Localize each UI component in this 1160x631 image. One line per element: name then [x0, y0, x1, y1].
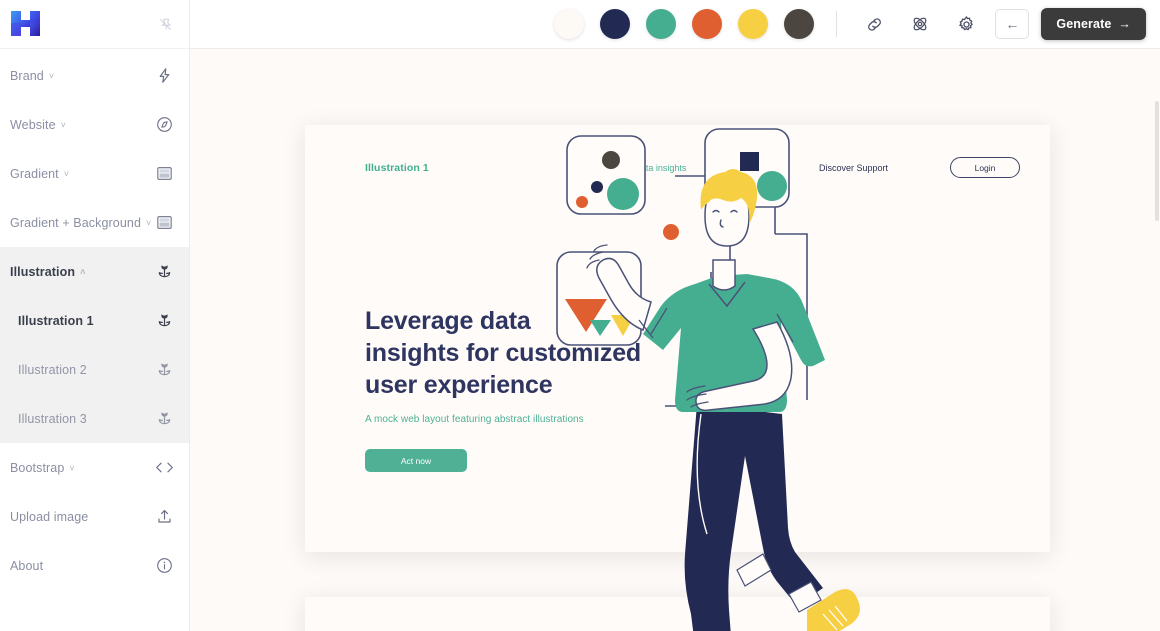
swatch-charcoal[interactable]	[784, 9, 815, 39]
preview-brand: Illustration 1	[365, 161, 429, 174]
login-button-label: Login	[974, 162, 996, 173]
main-area: ← Generate → Illustration 1 Data insight…	[190, 0, 1160, 631]
gear-icon[interactable]	[949, 7, 983, 41]
arrow-right-icon: →	[1118, 17, 1131, 31]
code-brackets-icon	[153, 457, 175, 479]
chevron-down-icon: ˅	[60, 120, 66, 130]
sidebar-item-label: Illustration 2	[18, 362, 87, 377]
link-icon[interactable]	[857, 7, 891, 41]
cta-button[interactable]: Act now	[365, 449, 467, 472]
preview-canvas[interactable]: Illustration 1 Data insights Delightful …	[190, 49, 1160, 631]
atom-icon[interactable]	[903, 7, 937, 41]
sidebar-item-label: Illustration 3	[18, 411, 87, 426]
sidebar-item-label: Illustration	[10, 264, 76, 279]
back-button[interactable]: ←	[995, 9, 1030, 39]
sidebar-item-label: Illustration 1	[18, 313, 94, 328]
compass-icon	[153, 114, 175, 136]
sidebar-item-illustration-2[interactable]: Illustration 2	[0, 345, 189, 394]
gradient-icon	[153, 163, 175, 185]
upload-icon	[153, 506, 175, 528]
back-arrow-icon: ←	[1005, 16, 1020, 32]
swatch-yellow[interactable]	[738, 9, 769, 39]
sidebar-item-label: Brand	[10, 68, 44, 83]
sidebar-item-gradient-background[interactable]: Gradient + Background ˅	[0, 198, 189, 247]
sidebar-item-about[interactable]: About	[0, 541, 189, 590]
chevron-down-icon: ˅	[69, 463, 75, 473]
info-icon	[153, 555, 175, 577]
top-toolbar: ← Generate →	[190, 0, 1160, 49]
swatch-navy[interactable]	[600, 9, 631, 39]
swatch-orange[interactable]	[692, 9, 723, 39]
pin-icon[interactable]	[155, 14, 175, 34]
toolbar-divider	[836, 11, 838, 37]
chevron-down-icon: ˅	[63, 169, 70, 179]
sidebar-header	[0, 0, 189, 49]
cta-button-label: Act now	[400, 455, 432, 466]
bolt-icon	[153, 65, 175, 87]
sidebar-item-bootstrap[interactable]: Bootstrap ˅	[0, 443, 189, 492]
flower-icon	[153, 359, 175, 381]
generate-button[interactable]: Generate →	[1041, 8, 1146, 40]
generate-button-label: Generate	[1056, 17, 1112, 31]
palette-swatches	[554, 9, 815, 39]
sidebar-item-gradient[interactable]: Gradient ˅	[0, 149, 189, 198]
sidebar-item-label: Website	[10, 117, 56, 132]
chevron-up-icon: ˄	[80, 267, 86, 277]
swatch-teal[interactable]	[646, 9, 677, 39]
sidebar-item-label: About	[10, 558, 44, 573]
halftone-h-logo[interactable]	[10, 10, 44, 38]
sidebar-item-label: Gradient + Background	[10, 215, 141, 230]
sidebar-item-label: Bootstrap	[10, 460, 65, 475]
sidebar-item-brand[interactable]: Brand ˅	[0, 51, 189, 100]
chevron-down-icon: ˅	[146, 218, 152, 228]
login-button[interactable]: Login	[950, 157, 1020, 178]
sidebar-item-label: Upload image	[10, 509, 89, 524]
swatch-cream[interactable]	[554, 9, 585, 39]
sidebar-item-website[interactable]: Website ˅	[0, 100, 189, 149]
app-root: Brand ˅ Website ˅ Gradient ˅ Gradient + …	[0, 0, 1160, 631]
flower-icon	[153, 261, 175, 283]
flower-icon	[153, 408, 175, 430]
flower-icon	[153, 310, 175, 332]
vertical-scrollbar[interactable]	[1155, 101, 1159, 221]
gradient-bg-icon	[153, 212, 175, 234]
chevron-down-icon: ˅	[48, 71, 55, 81]
illustration-group: Illustration ˄ Illustration 1 Illustrati…	[0, 247, 189, 443]
sidebar: Brand ˅ Website ˅ Gradient ˅ Gradient + …	[0, 0, 190, 631]
sidebar-item-label: Gradient	[10, 166, 59, 181]
sidebar-item-illustration-3[interactable]: Illustration 3	[0, 394, 189, 443]
sidebar-item-illustration[interactable]: Illustration ˄	[0, 247, 189, 296]
sidebar-item-illustration-1[interactable]: Illustration 1	[0, 296, 189, 345]
sidebar-nav: Brand ˅ Website ˅ Gradient ˅ Gradient + …	[0, 49, 189, 590]
sidebar-item-upload-image[interactable]: Upload image	[0, 492, 189, 541]
hero-illustration	[545, 124, 935, 631]
